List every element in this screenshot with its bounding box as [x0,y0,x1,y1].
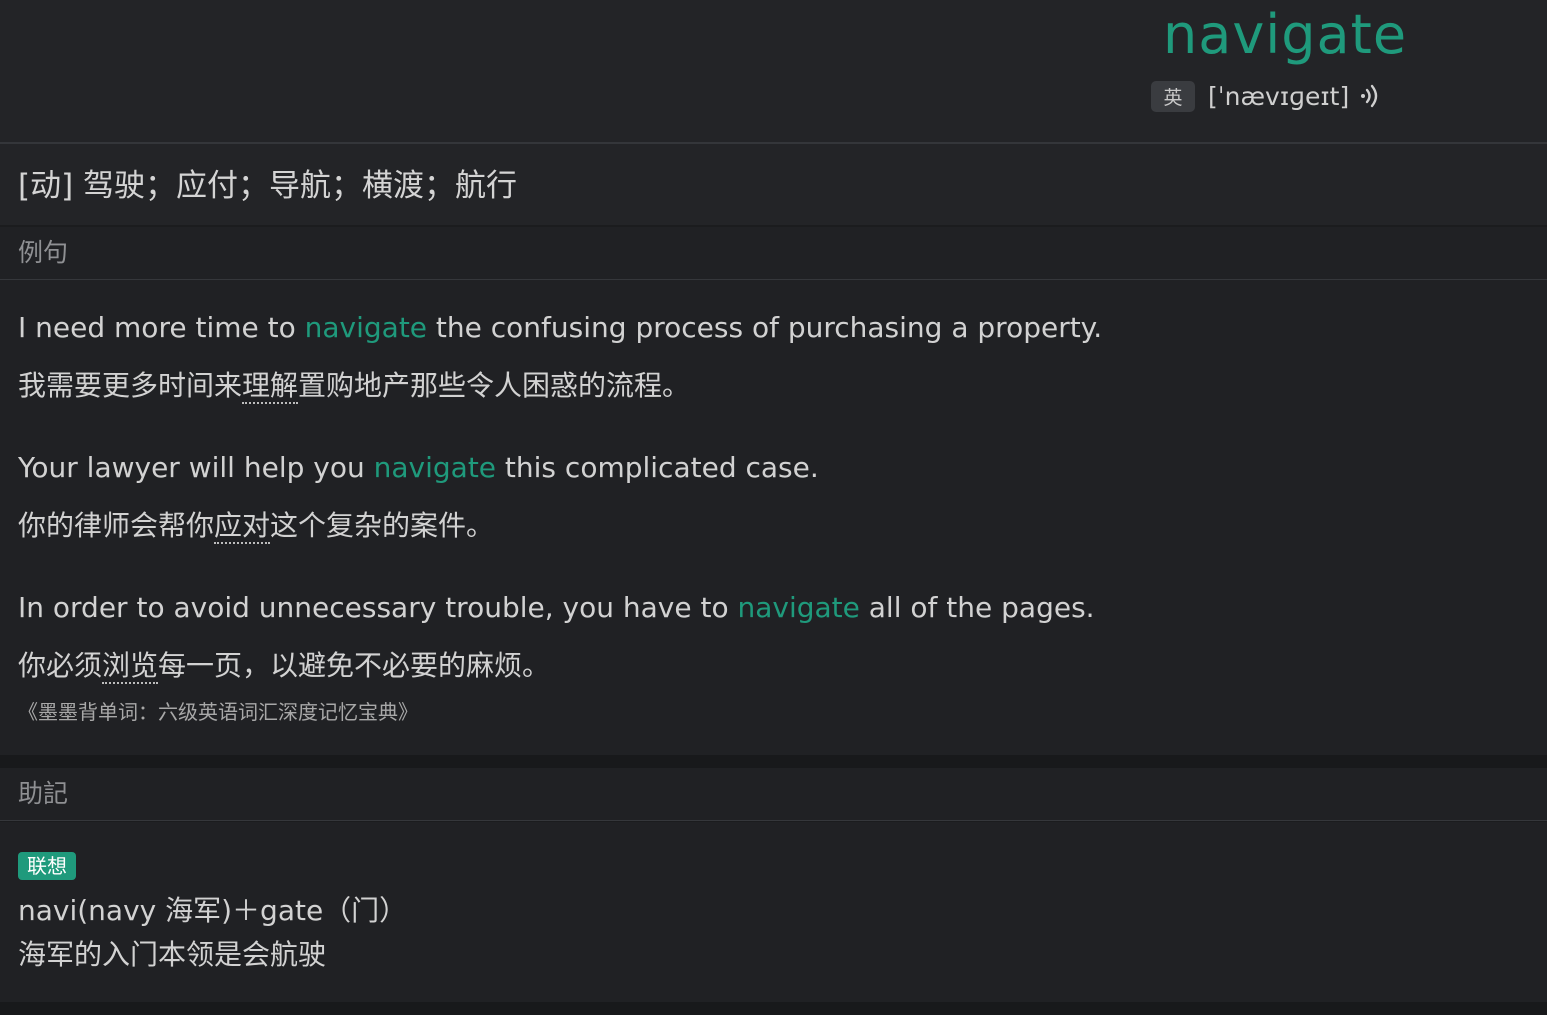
example-source: 《墨墨背单词：六级英语词汇深度记忆宝典》 [18,700,418,724]
mnemonic-line: 海军的入门本领是会航驶 [18,938,327,971]
example-en: Your lawyer will help you navigate this … [18,450,819,486]
example-zh-text: 这个复杂的案件。 [270,509,495,542]
example-en-text: this complicated case. [496,451,819,484]
example-zh: 你必须浏览每一页，以避免不必要的麻烦。 [18,647,550,685]
example-en: I need more time to navigate the confusi… [18,310,1102,346]
example-zh-text: 置购地产那些令人困惑的流程。 [298,369,691,402]
example-keyword: navigate [304,311,428,344]
example-zh-keyword[interactable]: 应对 [214,509,271,544]
example-zh-text: 每一页，以避免不必要的麻烦。 [158,649,551,682]
example-en: In order to avoid unnecessary trouble, y… [18,590,1095,626]
example-en-text: I need more time to [18,311,305,344]
headword: navigate [1163,3,1408,66]
bottom-divider [0,1002,1547,1015]
example-en-text: In order to avoid unnecessary trouble, y… [18,591,738,624]
mnemonic-body: 联想 navi(navy 海军)＋gate（门） 海军的入门本领是会航驶 [0,822,1547,1002]
example-en-text: all of the pages. [859,591,1095,624]
example-zh: 我需要更多时间来理解置购地产那些令人困惑的流程。 [18,367,690,405]
example-keyword: navigate [373,451,497,484]
example-zh-text: 你的律师会帮你 [18,509,215,542]
example-zh-text: 你必须 [18,649,103,682]
example-en-text: Your lawyer will help you [18,451,374,484]
speaker-icon[interactable] [1357,83,1383,109]
association-badge: 联想 [18,852,76,880]
examples-section-title: 例句 [18,238,69,267]
pronunciation-row: 英 [ˈnævɪɡeɪt] [1151,80,1383,112]
phonetic-text: [ˈnævɪɡeɪt] [1208,81,1350,111]
word-detail-page: navigate 英 [ˈnævɪɡeɪt] [动] 驾驶；应付；导航；横渡；航… [0,0,1547,1015]
example-en-text: the confusing process of purchasing a pr… [427,311,1103,344]
mnemonic-section-title: 助記 [18,779,69,808]
word-header: navigate 英 [ˈnævɪɡeɪt] [0,0,1547,144]
examples-section-header: 例句 [0,227,1547,280]
definition-row: [动] 驾驶；应付；导航；横渡；航行 [0,144,1547,225]
accent-tag: 英 [1151,80,1195,112]
example-zh-keyword[interactable]: 理解 [242,369,299,404]
definition-text: [动] 驾驶；应付；导航；横渡；航行 [18,168,518,204]
example-zh: 你的律师会帮你应对这个复杂的案件。 [18,507,494,545]
example-keyword: navigate [737,591,860,624]
example-zh-text: 我需要更多时间来 [18,369,243,402]
section-divider [0,755,1547,768]
example-zh-keyword[interactable]: 浏览 [102,649,159,684]
mnemonic-section-header: 助記 [0,768,1547,821]
examples-list: I need more time to navigate the confusi… [0,280,1547,755]
mnemonic-line: navi(navy 海军)＋gate（门） [18,894,408,927]
